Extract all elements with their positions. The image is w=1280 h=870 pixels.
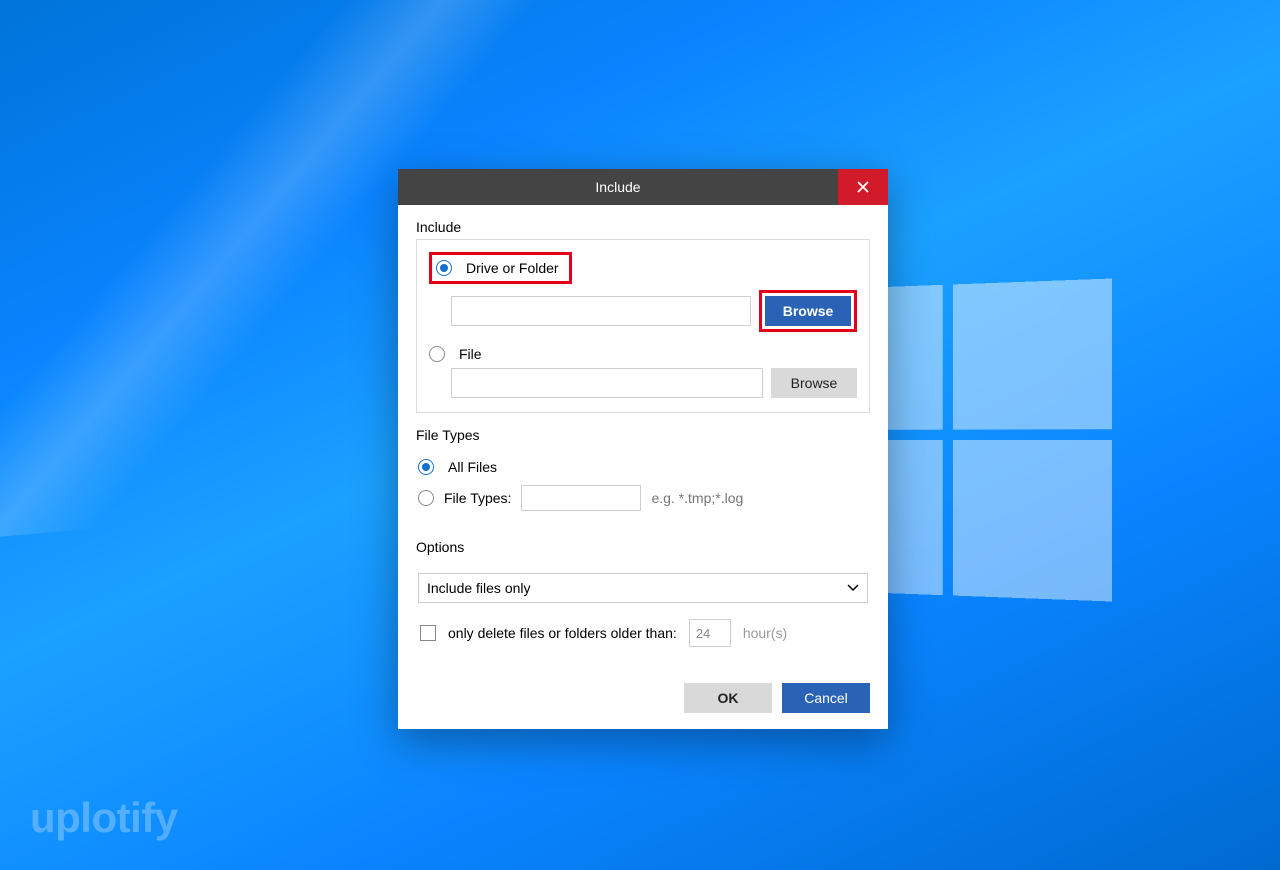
drive-or-folder-path-input[interactable] [451,296,751,326]
file-path-input[interactable] [451,368,763,398]
radio-file[interactable] [429,346,445,362]
include-dialog: Include Include Drive or Folder [398,169,888,729]
options-section-label: Options [416,539,870,555]
radio-drive-or-folder-label: Drive or Folder [466,260,559,276]
radio-file-label: File [459,346,482,362]
older-than-unit: hour(s) [743,625,787,641]
file-types-input[interactable] [521,485,641,511]
close-button[interactable] [838,169,888,205]
cancel-button[interactable]: Cancel [782,683,870,713]
options-section: Include files only only delete files or … [416,559,870,661]
browse-drive-or-folder-button[interactable]: Browse [765,296,851,326]
radio-all-files[interactable] [418,459,434,475]
older-than-label: only delete files or folders older than: [448,625,677,641]
radio-file-types[interactable] [418,490,434,506]
radio-file-types-label: File Types: [444,490,511,506]
watermark: uplotify [30,794,178,842]
highlight-drive-or-folder: Drive or Folder [429,252,572,284]
radio-drive-or-folder[interactable] [436,260,452,276]
older-than-checkbox[interactable] [420,625,436,641]
dialog-title: Include [398,169,838,205]
file-types-hint: e.g. *.tmp;*.log [651,490,743,506]
dialog-button-row: OK Cancel [416,683,870,713]
ok-button[interactable]: OK [684,683,772,713]
include-section-label: Include [416,219,870,235]
radio-all-files-label: All Files [448,459,497,475]
titlebar: Include [398,169,888,205]
options-select[interactable]: Include files only [418,573,868,603]
highlight-browse-button: Browse [759,290,857,332]
older-than-value-input[interactable] [689,619,731,647]
close-icon [857,181,869,193]
browse-file-button[interactable]: Browse [771,368,857,398]
desktop-background: uplotify Include Include Drive or Folder [0,0,1280,870]
include-section: Drive or Folder Browse File Browse [416,239,870,413]
file-types-section: All Files File Types: e.g. *.tmp;*.log [416,447,870,525]
file-types-section-label: File Types [416,427,870,443]
